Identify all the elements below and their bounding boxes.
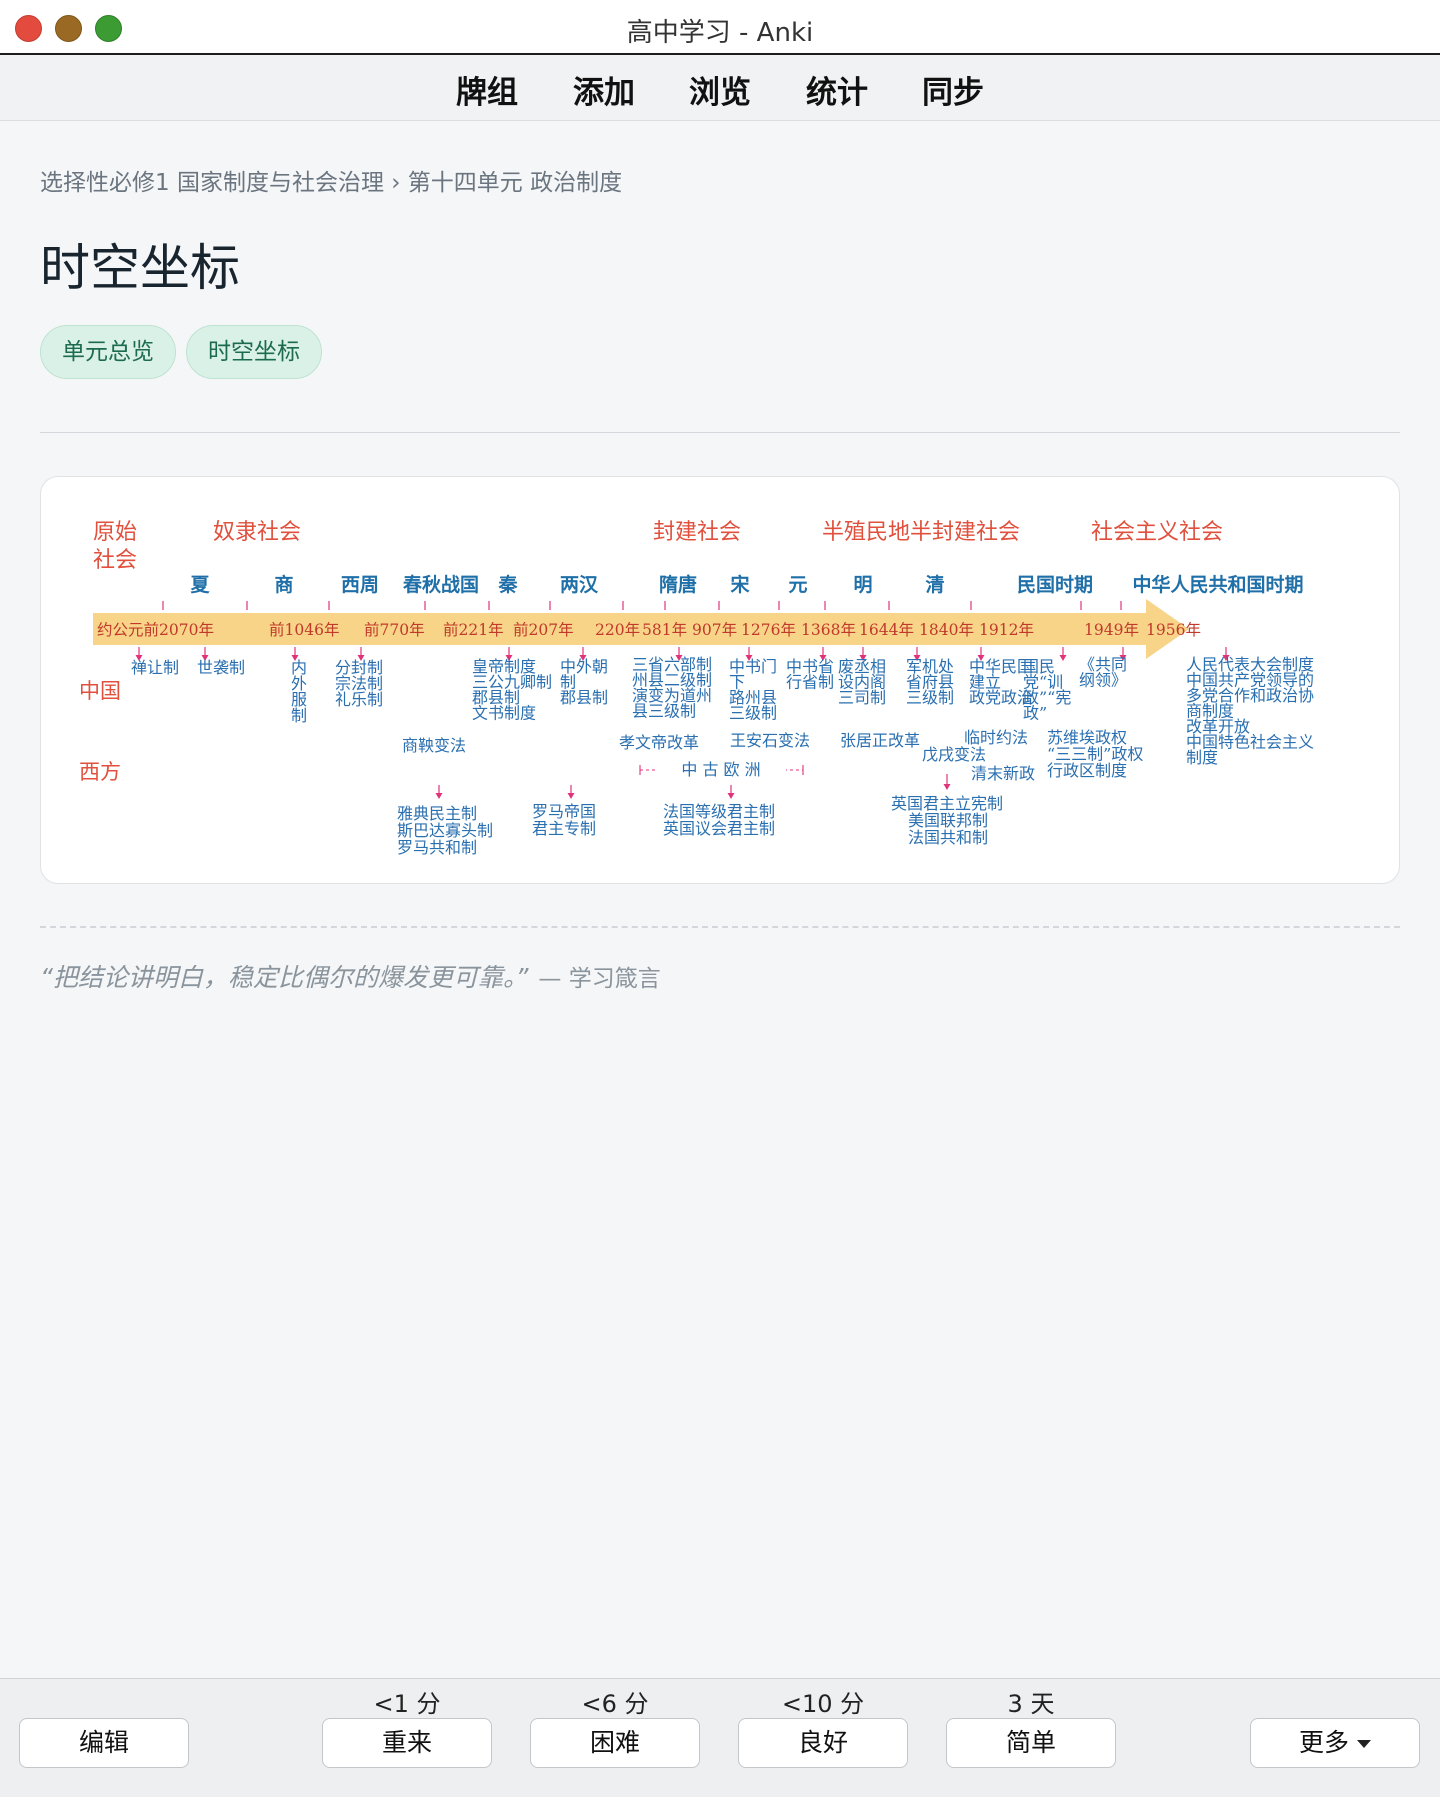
quote: “把结论讲明白，稳定比偶尔的爆发更可靠。” — 学习箴言 [40,958,661,994]
breadcrumb: 选择性必修1 国家制度与社会治理 › 第十四单元 政治制度 [40,170,623,196]
dynasty-label: 西周 [341,574,379,596]
again-button[interactable]: 重来 [322,1718,492,1768]
dynasty-label: 元 [788,574,807,596]
date-label: 1912年 [979,621,1034,639]
dynasty-label: 夏 [190,574,210,596]
title-bar: 高中学习 - Anki [0,0,1440,55]
more-label: 更多 [1298,1728,1349,1757]
window-title: 高中学习 - Anki [626,18,814,48]
date-label: 前207年 [513,621,574,639]
society-label: 半殖民地半封建社会 [822,520,1020,545]
china-event: 文书制度 [472,704,536,723]
west-event: 法国共和制 [908,828,988,847]
dynasty-label: 春秋战国 [403,573,479,596]
tag-timeline[interactable]: 时空坐标 [186,325,322,379]
more-button[interactable]: 更多 [1250,1718,1420,1768]
event-arrow-head [943,784,951,790]
dynasty-label: 中华人民共和国时期 [1132,573,1303,596]
dynasty-label: 明 [853,574,872,596]
date-label: 约公元前2070年 [97,621,214,639]
event-arrow-head [727,793,735,799]
date-label: 1368年 [801,621,856,639]
dynasty-label: 秦 [497,573,518,596]
china-event: 礼乐制 [335,690,383,709]
divider [40,432,1400,433]
quote-source: — 学习箴言 [538,966,661,992]
main-toolbar: 牌组 添加 浏览 统计 同步 [0,55,1440,121]
page-title: 时空坐标 [40,239,240,297]
china-event: 张居正改革 [840,731,920,750]
row-label-china: 中国 [79,679,121,703]
interval-again: <1 分 [373,1690,441,1718]
west-event: 英国议会君主制 [663,819,775,838]
date-label: 220年 [595,621,640,639]
interval-good: <10 分 [781,1690,865,1718]
society-label: 原始 [93,520,137,545]
dashed-divider [40,926,1400,928]
toolbar-sync[interactable]: 同步 [922,67,984,112]
dynasty-label: 民国时期 [1017,574,1093,596]
west-event: 君主专制 [532,819,596,838]
dynasty-label: 商 [274,573,293,596]
china-event: 制 [291,706,307,725]
good-button[interactable]: 良好 [738,1718,908,1768]
china-event: 三级制 [729,704,777,723]
chevron-down-icon [1357,1740,1371,1748]
dynasty-label: 宋 [729,573,749,596]
society-label: 社会主义社会 [1091,520,1223,545]
china-event: 商鞅变法 [402,736,466,755]
toolbar-stats[interactable]: 统计 [806,67,868,112]
toolbar-add[interactable]: 添加 [573,67,635,112]
middle-ages-label: 中 古 欧 洲 [681,760,760,779]
china-event: 行政区制度 [1047,761,1127,780]
toolbar-decks[interactable]: 牌组 [456,67,518,112]
date-label: 581年 [642,621,687,639]
date-label: 1840年 [919,621,974,639]
china-event: 政” [1023,704,1047,723]
date-label: 1644年 [859,621,914,639]
china-event: 郡县制 [560,688,608,707]
society-label: 社会 [93,548,137,573]
tag-unit-overview[interactable]: 单元总览 [40,325,176,379]
date-label: 前770年 [364,621,425,639]
china-event: 纲领》 [1079,671,1127,690]
toolbar-browse[interactable]: 浏览 [689,67,751,112]
china-event: 戊戌变法 [922,745,986,764]
china-event: 清末新政 [971,764,1035,783]
date-label: 前221年 [443,621,504,639]
china-event: 三级制 [906,688,954,707]
answer-bar [0,1678,1440,1797]
china-event: 孝文帝改革 [619,733,699,752]
dynasty-label: 两汉 [560,574,599,596]
dynasty-label: 隋唐 [659,573,697,596]
timeline-svg: 原始社会 奴隶社会 封建社会 半殖民地半封建社会 社会主义社会夏 商 西周 春秋战国秦 两汉 隋唐… [79,520,1314,857]
easy-button[interactable]: 简单 [946,1718,1116,1768]
date-label: 1276年 [741,621,796,639]
date-label: 907年 [692,621,737,639]
interval-easy: 3 天 [1007,1690,1055,1718]
edit-button[interactable]: 编辑 [19,1718,189,1768]
china-event: 王安石变法 [730,731,810,750]
timeline-figure: 原始社会 奴隶社会 封建社会 半殖民地半封建社会 社会主义社会夏 商 西周 春秋战国秦 两汉 隋唐… [40,476,1400,884]
china-event: 世袭制 [197,658,245,677]
china-event: 三司制 [838,688,886,707]
event-arrow-head [1059,655,1067,661]
china-event: 制度 [1186,748,1218,767]
hard-button[interactable]: 困难 [530,1718,700,1768]
row-label-west: 西方 [79,760,121,784]
event-arrow-head [435,793,443,799]
date-label: 1949年 [1084,621,1139,639]
date-label: 前1046年 [269,621,339,639]
quote-text: “把结论讲明白，稳定比偶尔的爆发更可靠。” [40,963,529,992]
china-event: 禅让制 [131,658,179,677]
date-label: 1956年 [1146,621,1201,639]
dynasty-label: 清 [925,573,944,596]
west-event: 罗马共和制 [397,838,477,857]
society-label: 封建社会 [653,520,741,545]
china-event: 县三级制 [632,702,696,721]
china-event: 行省制 [786,673,834,692]
society-label: 奴隶社会 [213,520,301,545]
interval-hard: <6 分 [581,1690,649,1718]
event-arrow-head [567,793,575,799]
